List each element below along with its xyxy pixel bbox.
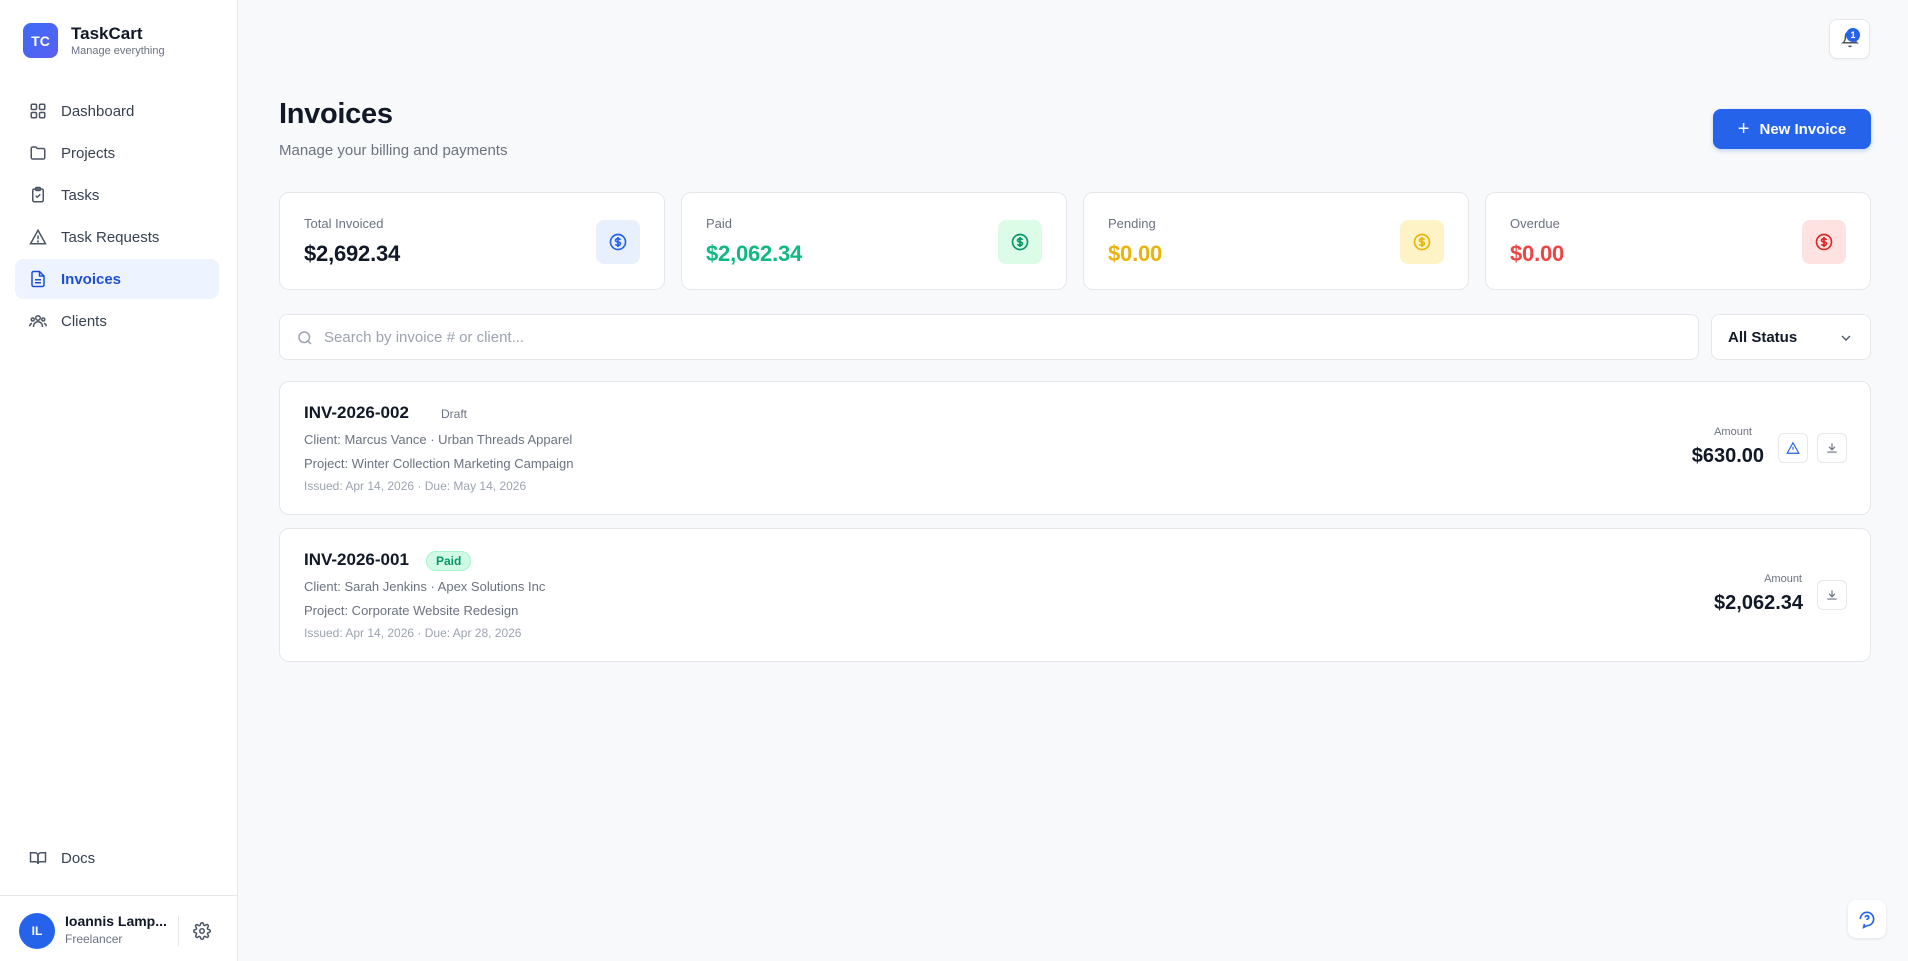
amount-label: Amount — [1714, 426, 1752, 438]
brand-name: TaskCart — [71, 23, 143, 43]
status-badge: Draft — [441, 407, 468, 421]
stat-label: Paid — [706, 216, 733, 231]
brand-logo: TC — [23, 23, 58, 58]
dollar-circle-icon — [596, 220, 640, 264]
sidebar-item-label: Projects — [61, 144, 116, 162]
stat-card-total-invoiced: Total Invoiced $2,692.34 — [279, 192, 665, 290]
folder-icon — [29, 144, 47, 162]
help-button[interactable] — [1848, 900, 1886, 938]
brand[interactable]: TC TaskCart Manage everything — [23, 23, 165, 58]
new-invoice-label: New Invoice — [1759, 120, 1847, 138]
gear-icon — [193, 922, 211, 940]
plus-icon: + — [1737, 118, 1750, 140]
notification-badge: 1 — [1846, 28, 1860, 42]
sidebar-item-label: Docs — [61, 849, 96, 867]
invoice-amount: $2,062.34 — [1714, 592, 1803, 614]
sidebar: TC TaskCart Manage everything Dashboard … — [0, 0, 238, 961]
page-title: Invoices — [279, 98, 393, 130]
dollar-circle-icon — [1400, 220, 1444, 264]
dollar-circle-icon — [1802, 220, 1846, 264]
invoice-amount: $630.00 — [1691, 445, 1764, 467]
invoice-project: Project: Winter Collection Marketing Cam… — [304, 456, 574, 471]
invoice-dates: Issued: Apr 14, 2026 · Due: Apr 28, 2026 — [304, 626, 522, 640]
sidebar-item-label: Dashboard — [61, 102, 135, 120]
brand-text: TaskCart Manage everything — [71, 24, 165, 58]
invoice-client: Client: Marcus Vance · Urban Threads App… — [304, 432, 573, 447]
sidebar-item-docs[interactable]: Docs — [15, 838, 219, 878]
invoice-number: INV-2026-002 — [304, 403, 409, 422]
download-button[interactable] — [1817, 580, 1847, 610]
stat-label: Pending — [1108, 216, 1156, 231]
user-name: Ioannis Lamp... — [65, 913, 167, 929]
sidebar-item-invoices[interactable]: Invoices — [15, 259, 219, 299]
status-filter-value: All Status — [1728, 328, 1798, 346]
brand-tagline: Manage everything — [71, 44, 165, 57]
sidebar-item-task-requests[interactable]: Task Requests — [15, 217, 219, 257]
user-profile: IL Ioannis Lamp... Freelancer — [0, 895, 237, 961]
sidebar-docs-section: Docs — [15, 838, 219, 880]
search-box — [279, 314, 1699, 360]
download-button[interactable] — [1817, 433, 1847, 463]
help-icon — [1859, 911, 1875, 929]
users-icon — [29, 312, 47, 330]
chevron-down-icon — [1841, 335, 1851, 341]
invoice-project: Project: Corporate Website Redesign — [304, 603, 519, 618]
stat-value: $0.00 — [1510, 241, 1565, 266]
sidebar-item-label: Task Requests — [61, 228, 160, 246]
stat-card-paid: Paid $2,062.34 — [681, 192, 1067, 290]
clipboard-check-icon — [29, 186, 47, 204]
stat-value: $0.00 — [1108, 241, 1163, 266]
status-badge: Paid — [426, 551, 472, 571]
sidebar-item-dashboard[interactable]: Dashboard — [15, 91, 219, 131]
stat-label: Total Invoiced — [304, 216, 384, 231]
invoice-number: INV-2026-001 — [304, 550, 409, 569]
amount-label: Amount — [1764, 573, 1802, 585]
download-icon — [1827, 590, 1837, 600]
invoice-client: Client: Sarah Jenkins · Apex Solutions I… — [304, 579, 546, 594]
sidebar-item-projects[interactable]: Projects — [15, 133, 219, 173]
sidebar-item-label: Invoices — [61, 270, 122, 288]
stat-value: $2,692.34 — [304, 241, 401, 266]
invoice-row[interactable]: INV-2026-002 Draft Client: Marcus Vance … — [279, 381, 1871, 515]
book-open-icon — [29, 849, 47, 867]
avatar[interactable]: IL — [19, 913, 55, 949]
invoice-dates: Issued: Apr 14, 2026 · Due: May 14, 2026 — [304, 479, 527, 493]
divider — [178, 916, 179, 946]
alert-triangle-icon — [29, 228, 47, 246]
file-text-icon — [29, 270, 47, 288]
sidebar-nav: Dashboard Projects Tasks Task Requests I… — [15, 91, 219, 343]
sidebar-item-tasks[interactable]: Tasks — [15, 175, 219, 215]
grid-icon — [29, 102, 47, 120]
search-icon — [298, 331, 312, 345]
stat-label: Overdue — [1510, 216, 1560, 231]
send-reminder-button[interactable] — [1778, 433, 1808, 463]
user-role: Freelancer — [65, 932, 123, 946]
invoice-row[interactable]: INV-2026-001 Paid Client: Sarah Jenkins … — [279, 528, 1871, 662]
download-icon — [1827, 443, 1837, 453]
search-input[interactable] — [324, 315, 1684, 359]
page-subtitle: Manage your billing and payments — [279, 142, 508, 159]
sidebar-item-label: Clients — [61, 312, 107, 330]
settings-button[interactable] — [191, 920, 213, 942]
sidebar-item-clients[interactable]: Clients — [15, 301, 219, 341]
stat-card-overdue: Overdue $0.00 — [1485, 192, 1871, 290]
new-invoice-button[interactable]: + New Invoice — [1713, 109, 1871, 149]
stat-value: $2,062.34 — [706, 241, 803, 266]
sidebar-item-label: Tasks — [61, 186, 100, 204]
dollar-circle-icon — [998, 220, 1042, 264]
notifications-button[interactable]: 1 — [1829, 19, 1870, 59]
alert-triangle-icon — [1786, 441, 1800, 454]
status-filter-select[interactable]: All Status — [1711, 314, 1871, 360]
stat-card-pending: Pending $0.00 — [1083, 192, 1469, 290]
